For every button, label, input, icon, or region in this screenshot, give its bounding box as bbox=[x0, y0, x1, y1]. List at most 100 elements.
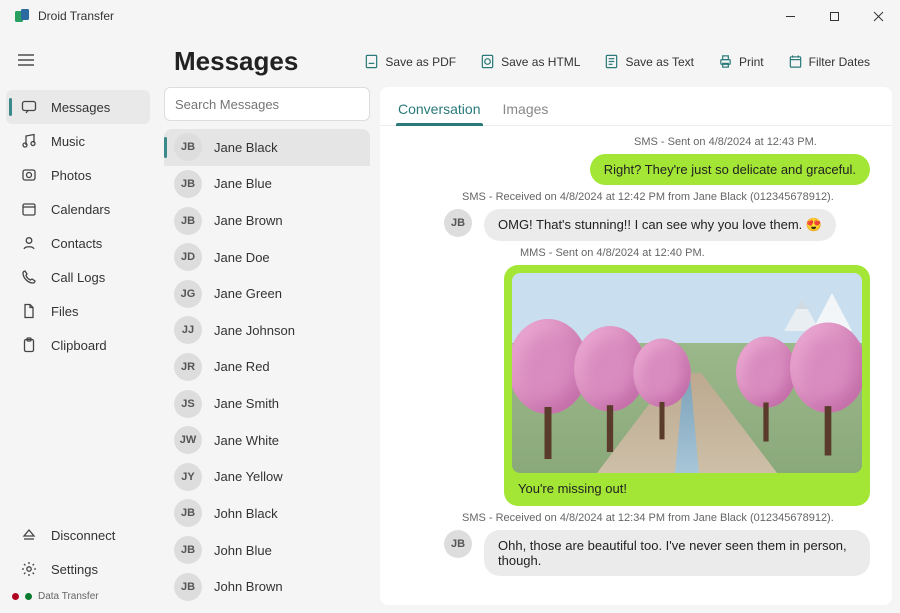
contact-name: Jane Green bbox=[214, 286, 282, 301]
status-label: Data Transfer bbox=[38, 591, 99, 602]
contact-name: Jane Smith bbox=[214, 396, 279, 411]
avatar: JB bbox=[444, 530, 472, 558]
avatar: JB bbox=[174, 207, 202, 235]
contact-name: Jane Doe bbox=[214, 250, 270, 265]
sidebar-item-label: Calendars bbox=[51, 202, 110, 217]
contact-name: Jane Johnson bbox=[214, 323, 295, 338]
avatar: JB bbox=[174, 133, 202, 161]
contact-item[interactable]: JB Jane Black bbox=[164, 129, 370, 166]
sidebar-item-label: Clipboard bbox=[51, 338, 107, 353]
status-dot-1 bbox=[12, 593, 19, 600]
print-icon bbox=[718, 54, 733, 69]
sidebar-item-clipboard[interactable]: Clipboard bbox=[0, 328, 156, 362]
contact-item[interactable]: JS Jane Smith bbox=[164, 385, 370, 422]
calendar-icon bbox=[21, 201, 37, 217]
contact-name: Jane Black bbox=[214, 140, 278, 155]
contact-name: John Brown bbox=[214, 579, 283, 594]
sidebar-item-label: Files bbox=[51, 304, 78, 319]
contact-list: JB Jane Black JB Jane Blue JB Jane Brown JD Jan… bbox=[164, 129, 370, 605]
avatar: JD bbox=[174, 243, 202, 271]
save-pdf-button[interactable]: Save as PDF bbox=[354, 48, 466, 75]
avatar: JB bbox=[444, 209, 472, 237]
tab-conversation[interactable]: Conversation bbox=[396, 97, 483, 125]
contact-name: Jane Brown bbox=[214, 213, 283, 228]
contact-item[interactable]: JRJane Red bbox=[164, 349, 370, 386]
sidebar-item-label: Photos bbox=[51, 168, 91, 183]
mms-bubble: You're missing out! bbox=[504, 265, 870, 506]
contact-item[interactable]: JGJane Green bbox=[164, 275, 370, 312]
sidebar-item-disconnect[interactable]: Disconnect bbox=[0, 518, 156, 552]
contact-item[interactable]: JW Jane White bbox=[164, 422, 370, 459]
message-meta: SMS - Sent on 4/8/2024 at 12:43 PM. bbox=[634, 136, 870, 148]
hamburger-button[interactable] bbox=[6, 42, 46, 78]
status-bar: Data Transfer bbox=[0, 586, 156, 607]
contact-name: Jane Blue bbox=[214, 176, 272, 191]
phone-icon bbox=[21, 269, 37, 285]
contact-item[interactable]: JJ Jane Johnson bbox=[164, 312, 370, 349]
contact-item[interactable]: JB John Brown bbox=[164, 568, 370, 605]
mms-caption: You're missing out! bbox=[512, 473, 862, 498]
avatar: JJ bbox=[174, 316, 202, 344]
avatar: JR bbox=[174, 353, 202, 381]
app-icon bbox=[14, 8, 30, 24]
app-title: Droid Transfer bbox=[38, 9, 114, 23]
sidebar-item-label: Messages bbox=[51, 100, 110, 115]
contact-item[interactable]: JB John Blue bbox=[164, 532, 370, 569]
sidebar-item-settings[interactable]: Settings bbox=[0, 552, 156, 586]
maximize-button[interactable] bbox=[812, 0, 856, 32]
sidebar-item-music[interactable]: Music bbox=[0, 124, 156, 158]
search-input[interactable] bbox=[175, 97, 359, 112]
clipboard-icon bbox=[21, 337, 37, 353]
pdf-icon bbox=[364, 54, 379, 69]
avatar: JB bbox=[174, 573, 202, 601]
titlebar: Droid Transfer bbox=[0, 0, 900, 32]
contact-icon bbox=[21, 235, 37, 251]
contact-name: John Blue bbox=[214, 543, 272, 558]
sidebar-item-calendars[interactable]: Calendars bbox=[0, 192, 156, 226]
print-button[interactable]: Print bbox=[708, 48, 774, 75]
contact-name: Jane White bbox=[214, 433, 279, 448]
contact-item[interactable]: JYJane Yellow bbox=[164, 458, 370, 495]
search-box[interactable] bbox=[164, 87, 370, 121]
save-html-button[interactable]: Save as HTML bbox=[470, 48, 590, 75]
contact-item[interactable]: JD Jane Doe bbox=[164, 239, 370, 276]
sidebar-item-label: Music bbox=[51, 134, 85, 149]
file-icon bbox=[21, 303, 37, 319]
close-button[interactable] bbox=[856, 0, 900, 32]
avatar: JB bbox=[174, 170, 202, 198]
sidebar-item-contacts[interactable]: Contacts bbox=[0, 226, 156, 260]
contact-item[interactable]: JB Jane Blue bbox=[164, 166, 370, 203]
received-bubble: Ohh, those are beautiful too. I've never… bbox=[484, 530, 870, 576]
avatar: JS bbox=[174, 390, 202, 418]
avatar: JB bbox=[174, 536, 202, 564]
sidebar-item-label: Settings bbox=[51, 562, 98, 577]
sidebar-item-call-logs[interactable]: Call Logs bbox=[0, 260, 156, 294]
html-icon bbox=[480, 54, 495, 69]
save-text-button[interactable]: Save as Text bbox=[594, 48, 703, 75]
avatar: JW bbox=[174, 426, 202, 454]
sidebar-item-label: Contacts bbox=[51, 236, 102, 251]
calendar-icon bbox=[788, 54, 803, 69]
tab-images[interactable]: Images bbox=[501, 97, 551, 125]
mms-image[interactable] bbox=[512, 273, 862, 473]
filter-dates-button[interactable]: Filter Dates bbox=[778, 48, 880, 75]
status-dot-2 bbox=[25, 593, 32, 600]
toolbar: Save as PDF Save as HTML Save as Text Pr… bbox=[354, 48, 880, 75]
eject-icon bbox=[21, 527, 37, 543]
sidebar-item-label: Call Logs bbox=[51, 270, 105, 285]
contact-item[interactable]: JB Jane Brown bbox=[164, 202, 370, 239]
sidebar-item-messages[interactable]: Messages bbox=[6, 90, 150, 124]
message-meta: SMS - Received on 4/8/2024 at 12:34 PM f… bbox=[462, 512, 870, 524]
sidebar-item-photos[interactable]: Photos bbox=[0, 158, 156, 192]
sidebar: Messages Music Photos Calendars Contacts Call… bbox=[0, 32, 156, 613]
conversation-scroll[interactable]: SMS - Sent on 4/8/2024 at 12:43 PM. Righ… bbox=[380, 126, 892, 605]
sidebar-item-files[interactable]: Files bbox=[0, 294, 156, 328]
contact-name: John Black bbox=[214, 506, 278, 521]
chat-icon bbox=[21, 99, 37, 115]
avatar: JY bbox=[174, 463, 202, 491]
photo-icon bbox=[21, 167, 37, 183]
sent-bubble: Right? They're just so delicate and grac… bbox=[590, 154, 870, 185]
received-bubble: OMG! That's stunning!! I can see why you… bbox=[484, 209, 836, 241]
contact-item[interactable]: JBJohn Black bbox=[164, 495, 370, 532]
minimize-button[interactable] bbox=[768, 0, 812, 32]
